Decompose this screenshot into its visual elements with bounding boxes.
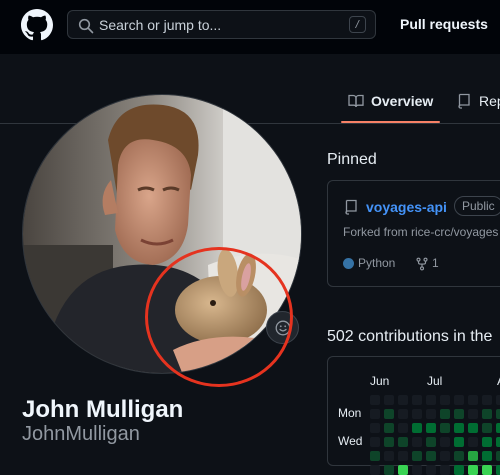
contribution-day-cell[interactable] — [440, 423, 450, 433]
month-label: Jul — [427, 374, 443, 388]
contribution-day-cell[interactable] — [454, 465, 464, 475]
contribution-day-cell[interactable] — [496, 423, 500, 433]
search-icon — [78, 18, 94, 34]
search-shortcut-key: / — [349, 16, 366, 33]
contribution-day-cell[interactable] — [482, 395, 492, 405]
contribution-day-cell[interactable] — [398, 395, 408, 405]
contribution-day-cell[interactable] — [370, 437, 380, 447]
profile-name: John Mulligan — [22, 396, 184, 423]
contribution-day-cell[interactable] — [370, 409, 380, 419]
contribution-day-cell[interactable] — [398, 409, 408, 419]
contribution-day-cell[interactable] — [482, 437, 492, 447]
contribution-day-cell[interactable] — [482, 465, 492, 475]
fork-count[interactable]: 1 — [432, 256, 439, 270]
repo-icon — [345, 199, 357, 215]
pinned-heading: Pinned — [327, 151, 377, 168]
contribution-day-cell[interactable] — [412, 451, 422, 461]
contribution-day-cell[interactable] — [440, 465, 450, 475]
contribution-day-cell[interactable] — [454, 437, 464, 447]
contribution-day-cell[interactable] — [482, 409, 492, 419]
tab-overview[interactable]: Overview — [348, 93, 433, 109]
github-logo-icon[interactable] — [21, 9, 53, 41]
contribution-day-cell[interactable] — [384, 465, 394, 475]
fork-icon[interactable] — [415, 257, 429, 271]
set-status-button[interactable] — [266, 311, 299, 344]
contribution-day-cell[interactable] — [482, 423, 492, 433]
contribution-day-cell[interactable] — [384, 437, 394, 447]
contribution-day-cell[interactable] — [370, 423, 380, 433]
contribution-day-cell[interactable] — [412, 437, 422, 447]
nav-pull-requests[interactable]: Pull requests — [400, 16, 488, 32]
contribution-day-cell[interactable] — [468, 395, 478, 405]
contribution-day-cell[interactable] — [370, 465, 380, 475]
contributions-heading: 502 contributions in the — [327, 328, 493, 345]
contribution-day-cell[interactable] — [496, 409, 500, 419]
contribution-day-cell[interactable] — [454, 395, 464, 405]
smiley-icon — [275, 320, 290, 335]
contribution-day-cell[interactable] — [454, 451, 464, 461]
contribution-day-cell[interactable] — [496, 451, 500, 461]
contribution-day-cell[interactable] — [426, 465, 436, 475]
contribution-day-cell[interactable] — [412, 465, 422, 475]
contribution-day-cell[interactable] — [468, 423, 478, 433]
contribution-day-cell[interactable] — [384, 451, 394, 461]
contribution-day-cell[interactable] — [468, 451, 478, 461]
contribution-day-cell[interactable] — [454, 423, 464, 433]
visibility-badge: Public — [454, 196, 500, 216]
contribution-day-cell[interactable] — [384, 395, 394, 405]
contribution-day-cell[interactable] — [426, 437, 436, 447]
contribution-day-cell[interactable] — [468, 437, 478, 447]
contribution-day-cell[interactable] — [440, 395, 450, 405]
contribution-day-cell[interactable] — [398, 451, 408, 461]
tab-repositories-label: Rep — [479, 93, 500, 109]
month-label: Jun — [370, 374, 390, 388]
repo-language: Python — [358, 256, 396, 270]
repo-icon — [458, 93, 470, 109]
search-input[interactable]: Search or jump to... / — [67, 10, 376, 39]
contribution-day-cell[interactable] — [454, 409, 464, 419]
contribution-day-cell[interactable] — [468, 465, 478, 475]
contribution-day-cell[interactable] — [426, 451, 436, 461]
contribution-day-cell[interactable] — [370, 451, 380, 461]
contribution-day-cell[interactable] — [426, 423, 436, 433]
contribution-day-cell[interactable] — [440, 451, 450, 461]
contribution-day-cell[interactable] — [468, 409, 478, 419]
search-placeholder: Search or jump to... — [99, 17, 222, 33]
tab-repositories[interactable]: Rep — [456, 93, 500, 109]
contribution-day-cell[interactable] — [398, 465, 408, 475]
day-label: Wed — [338, 434, 363, 448]
pinned-repo-link[interactable]: voyages-api — [366, 199, 447, 215]
contribution-day-cell[interactable] — [398, 437, 408, 447]
contribution-day-cell[interactable] — [412, 409, 422, 419]
contribution-day-cell[interactable] — [412, 423, 422, 433]
profile-login: JohnMulligan — [22, 423, 140, 445]
contribution-day-cell[interactable] — [440, 409, 450, 419]
tab-overview-label: Overview — [371, 93, 434, 109]
day-label: Mon — [338, 406, 362, 420]
contribution-day-cell[interactable] — [384, 409, 394, 419]
contribution-day-cell[interactable] — [440, 437, 450, 447]
language-color-dot — [343, 258, 354, 269]
profile-avatar[interactable] — [22, 94, 302, 374]
contribution-day-cell[interactable] — [426, 409, 436, 419]
pinned-repo-card: voyages-api Public Forked from rice-crc/… — [327, 180, 500, 287]
contribution-day-cell[interactable] — [496, 465, 500, 475]
contribution-day-cell[interactable] — [398, 423, 408, 433]
contribution-day-cell[interactable] — [482, 451, 492, 461]
contribution-day-cell[interactable] — [370, 395, 380, 405]
contribution-day-cell[interactable] — [426, 395, 436, 405]
contribution-day-cell[interactable] — [412, 395, 422, 405]
fork-source-text[interactable]: Forked from rice-crc/voyages — [343, 225, 498, 239]
book-icon — [348, 94, 364, 108]
contribution-day-cell[interactable] — [384, 423, 394, 433]
contribution-day-cell[interactable] — [496, 395, 500, 405]
contribution-day-cell[interactable] — [496, 437, 500, 447]
